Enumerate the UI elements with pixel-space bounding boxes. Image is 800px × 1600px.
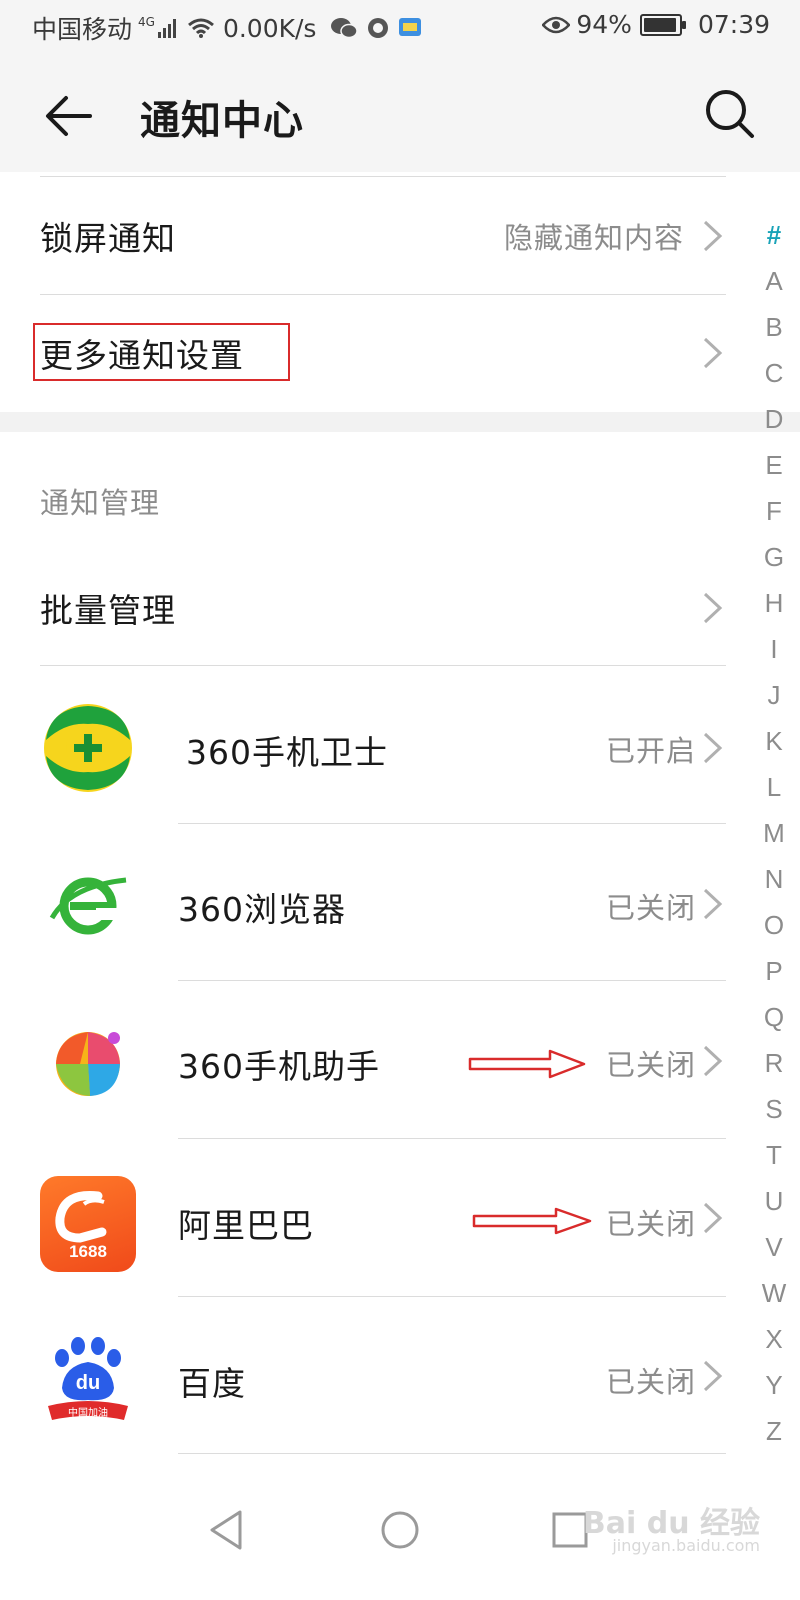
- index-letter[interactable]: I: [748, 626, 800, 672]
- battery-icon: [639, 13, 686, 36]
- chevron-right-icon: [703, 1045, 723, 1077]
- divider: [40, 176, 726, 177]
- index-letter[interactable]: A: [748, 258, 800, 304]
- index-letter[interactable]: V: [748, 1224, 800, 1270]
- app-name: 阿里巴巴: [178, 1206, 314, 1245]
- section-separator: [0, 412, 800, 432]
- network-type: 4G: [138, 15, 155, 29]
- 360-security-icon: [44, 704, 132, 792]
- chevron-right-icon: [703, 1202, 723, 1234]
- index-letter[interactable]: E: [748, 442, 800, 488]
- lock-screen-value: 隐藏通知内容: [503, 221, 684, 255]
- index-letter[interactable]: U: [748, 1178, 800, 1224]
- 360-assistant-icon: [56, 1032, 120, 1096]
- index-letter[interactable]: C: [748, 350, 800, 396]
- index-letter[interactable]: D: [748, 396, 800, 442]
- signal-icon: [157, 19, 176, 38]
- index-letter[interactable]: Z: [748, 1408, 800, 1454]
- chevron-right-icon: [703, 592, 723, 623]
- index-letter[interactable]: H: [748, 580, 800, 626]
- app-notification-status: 已关闭: [605, 1048, 696, 1082]
- chevron-right-icon: [703, 337, 723, 369]
- baidu-icon-subtext: 中国加油: [68, 1408, 108, 1419]
- message-icon: [399, 18, 422, 36]
- annotation-arrow-icon: [468, 1049, 586, 1079]
- wechat-icon: [331, 18, 359, 39]
- index-letter[interactable]: L: [748, 764, 800, 810]
- index-letter[interactable]: Y: [748, 1362, 800, 1408]
- lock-screen-label: 锁屏通知: [40, 219, 176, 258]
- status-right: 94% 07:39: [542, 10, 770, 39]
- watermark-url: jingyan.baidu.com: [612, 1536, 760, 1555]
- page-title: 通知中心: [140, 98, 304, 144]
- app-name: 百度: [178, 1364, 246, 1403]
- index-letter[interactable]: G: [748, 534, 800, 580]
- divider: [40, 665, 726, 666]
- chevron-right-icon: [703, 732, 723, 764]
- annotation-highlight-box: [33, 323, 290, 381]
- status-bar: 中国移动 4G 0.00K/s 94% 07:39: [0, 0, 800, 56]
- index-letter[interactable]: Q: [748, 994, 800, 1040]
- index-letter[interactable]: M: [748, 810, 800, 856]
- index-letter[interactable]: K: [748, 718, 800, 764]
- annotation-arrow-icon: [472, 1207, 592, 1235]
- alphabet-index-bar[interactable]: # A B C D E F G H I J K L M N O P Q R S T U V W X Y Z: [748, 212, 800, 1454]
- index-letter[interactable]: S: [748, 1086, 800, 1132]
- batch-management-row[interactable]: 批量管理: [40, 550, 726, 665]
- divider: [178, 1296, 726, 1297]
- search-icon[interactable]: [700, 84, 760, 144]
- index-letter[interactable]: N: [748, 856, 800, 902]
- chevron-right-icon: [703, 220, 723, 252]
- eye-comfort-icon: [542, 16, 571, 33]
- nav-back-icon[interactable]: [200, 1500, 260, 1560]
- alibaba-icon-text: 1688: [69, 1242, 107, 1261]
- 360-browser-icon: [49, 877, 127, 935]
- divider: [178, 1138, 726, 1139]
- baidu-icon-text: du: [75, 1372, 101, 1394]
- app-notify-icon: [368, 18, 389, 38]
- baidu-icon: du 中国加油: [40, 1332, 136, 1428]
- app-notification-status: 已关闭: [605, 1365, 696, 1399]
- index-letter[interactable]: J: [748, 672, 800, 718]
- section-title: 通知管理: [40, 486, 161, 520]
- index-letter[interactable]: P: [748, 948, 800, 994]
- app-notification-status: 已关闭: [605, 891, 696, 925]
- chevron-right-icon: [703, 888, 723, 920]
- divider: [178, 1453, 726, 1454]
- batch-management-label: 批量管理: [40, 590, 176, 630]
- app-notification-status: 已关闭: [605, 1207, 696, 1241]
- app-notification-status: 已开启: [605, 734, 696, 768]
- app-name: 360手机助手: [178, 1047, 380, 1086]
- clock: 07:39: [697, 10, 770, 39]
- app-name: 360手机卫士: [186, 733, 388, 772]
- battery-fill: [643, 17, 676, 32]
- arrow-left-icon[interactable]: [40, 86, 100, 146]
- lock-screen-notification-row[interactable]: 锁屏通知 隐藏通知内容: [40, 178, 726, 294]
- wifi-icon: [187, 18, 214, 38]
- index-letter[interactable]: B: [748, 304, 800, 350]
- index-letter[interactable]: #: [748, 212, 800, 258]
- alibaba-icon: 1688: [40, 1176, 136, 1272]
- index-letter[interactable]: O: [748, 902, 800, 948]
- app-bar: 通知中心: [0, 56, 800, 172]
- index-letter[interactable]: X: [748, 1316, 800, 1362]
- index-letter[interactable]: T: [748, 1132, 800, 1178]
- divider: [178, 823, 726, 824]
- chevron-right-icon: [703, 1360, 723, 1392]
- index-letter[interactable]: W: [748, 1270, 800, 1316]
- divider: [178, 980, 726, 981]
- app-name: 360浏览器: [178, 890, 346, 929]
- nav-home-icon[interactable]: [370, 1500, 430, 1560]
- carrier-label: 中国移动: [32, 15, 133, 44]
- network-speed: 0.00K/s: [222, 13, 317, 43]
- status-left: 中国移动 4G 0.00K/s: [32, 10, 422, 46]
- index-letter[interactable]: F: [748, 488, 800, 534]
- index-letter[interactable]: R: [748, 1040, 800, 1086]
- battery-percent: 94%: [576, 10, 632, 39]
